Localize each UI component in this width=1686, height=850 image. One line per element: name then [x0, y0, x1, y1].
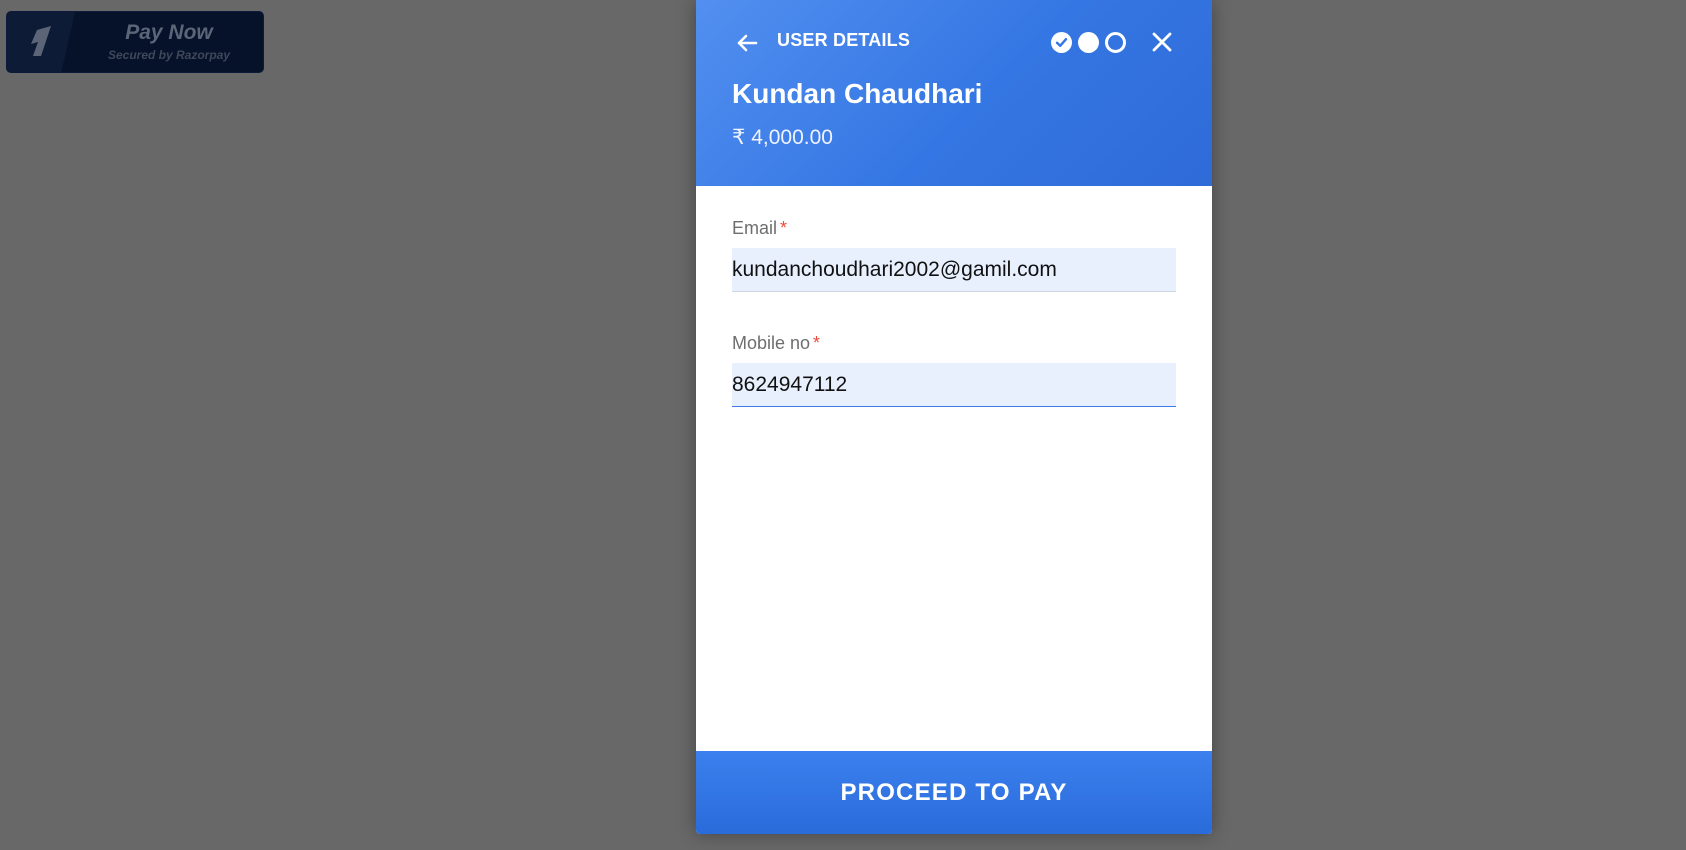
back-arrow-icon[interactable] — [732, 28, 762, 58]
mobile-label-text: Mobile no — [732, 333, 811, 353]
payment-amount: ₹ 4,000.00 — [732, 126, 833, 149]
razorpay-logo-icon — [7, 12, 75, 72]
check-icon — [1055, 37, 1068, 47]
step-pending-indicator — [1105, 31, 1126, 53]
close-icon[interactable] — [1148, 28, 1176, 56]
step-indicator — [1051, 31, 1126, 53]
checkout-header: USER DETAILS Kundan Chaudhari ₹ 4,000.00 — [696, 0, 1212, 186]
pay-now-subtitle: Secured by Razorpay — [107, 48, 231, 62]
mobile-field[interactable] — [732, 363, 1176, 407]
step-done-indicator — [1051, 31, 1072, 53]
checkout-modal: USER DETAILS Kundan Chaudhari ₹ 4,000.00… — [696, 0, 1212, 834]
pay-now-title: Pay Now — [125, 21, 213, 44]
proceed-to-pay-button[interactable]: PROCEED TO PAY — [696, 751, 1212, 834]
merchant-name: Kundan Chaudhari — [732, 78, 983, 109]
required-mark: * — [813, 333, 821, 353]
mobile-label: Mobile no * — [732, 333, 820, 354]
email-label: Email * — [732, 218, 787, 239]
email-label-text: Email — [732, 218, 778, 238]
step-title: USER DETAILS — [777, 30, 911, 50]
step-current-indicator — [1078, 31, 1099, 53]
email-field[interactable] — [732, 248, 1176, 292]
pay-now-button[interactable]: Pay Now Secured by Razorpay — [7, 12, 263, 72]
required-mark: * — [780, 218, 788, 238]
